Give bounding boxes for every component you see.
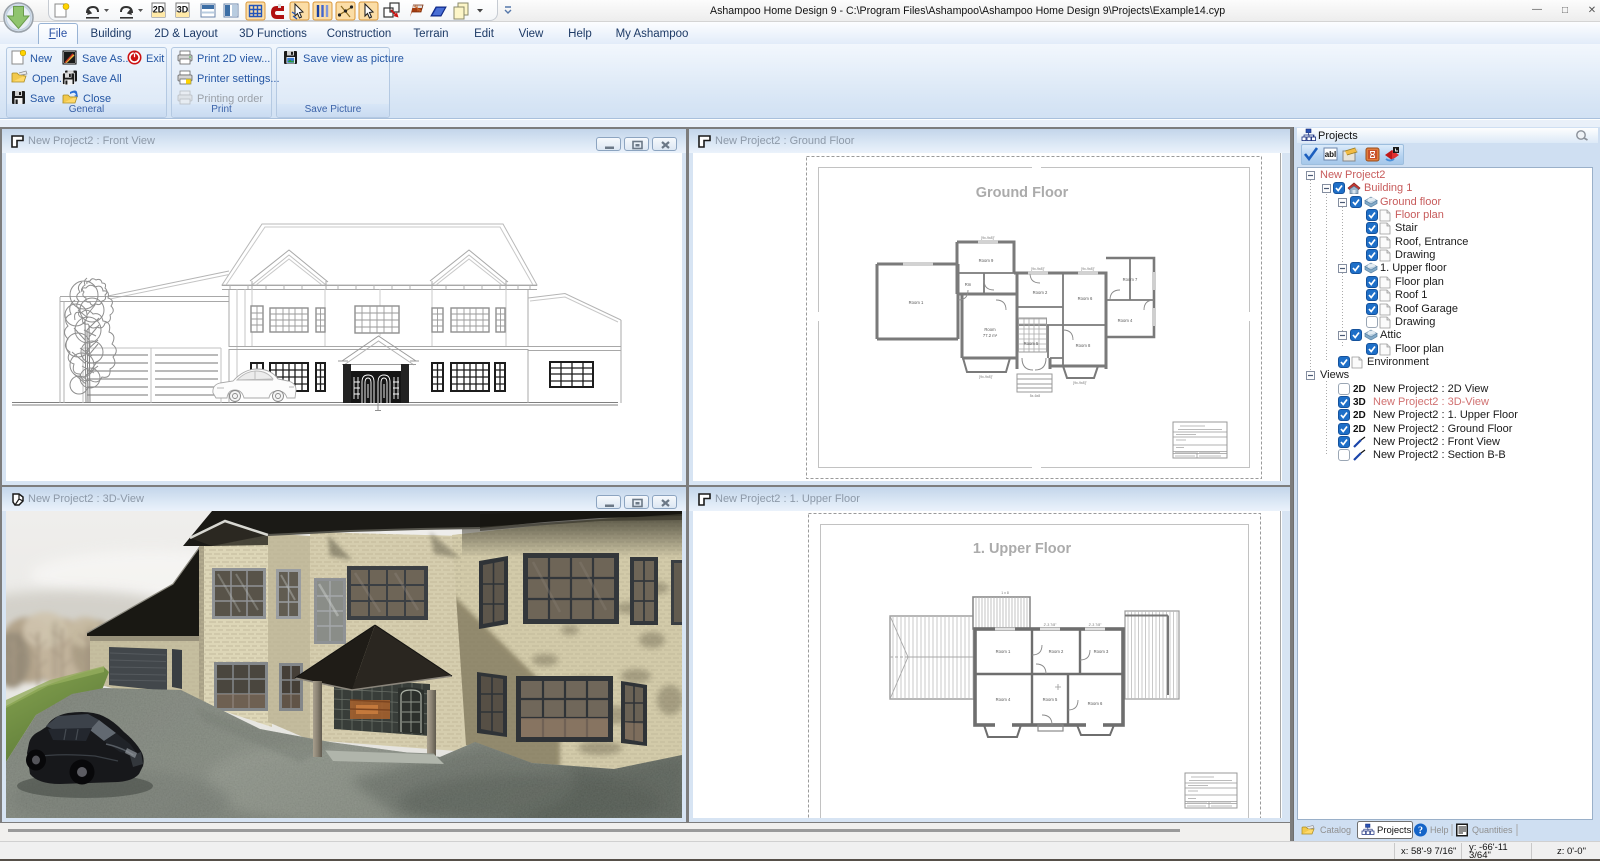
svg-text:Room 3: Room 3 bbox=[1094, 649, 1109, 654]
svg-text:1 x 8: 1 x 8 bbox=[1001, 591, 1009, 595]
svg-text:Room 5: Room 5 bbox=[1024, 341, 1039, 346]
svg-text:Ground Floor: Ground Floor bbox=[976, 185, 1069, 201]
svg-text:abl: abl bbox=[1325, 150, 1337, 159]
svg-text:Room 8: Room 8 bbox=[1076, 343, 1091, 348]
svg-text:Rm: Rm bbox=[965, 282, 972, 287]
svg-text:2'-3 7/8": 2'-3 7/8" bbox=[1044, 623, 1058, 627]
svg-text:1. Upper Floor: 1. Upper Floor bbox=[973, 541, 1072, 557]
svg-text:Room 4: Room 4 bbox=[1118, 318, 1133, 323]
svg-text:Room 7: Room 7 bbox=[1123, 277, 1138, 282]
svg-text:3D: 3D bbox=[177, 5, 189, 15]
svg-text:[9x-9x8]": [9x-9x8]" bbox=[979, 375, 993, 379]
svg-text:Room 6: Room 6 bbox=[1088, 701, 1103, 706]
svg-text:Room 2: Room 2 bbox=[1033, 290, 1048, 295]
svg-text:Room 9: Room 9 bbox=[979, 258, 994, 263]
svg-text:Room 5: Room 5 bbox=[1043, 697, 1058, 702]
svg-text:5x-6x8: 5x-6x8 bbox=[1030, 394, 1041, 398]
svg-text:[9x-9x8]": [9x-9x8]" bbox=[981, 236, 995, 240]
svg-text:Room: Room bbox=[984, 327, 996, 332]
svg-text:Room 4: Room 4 bbox=[996, 697, 1011, 702]
svg-text:Room 6: Room 6 bbox=[1078, 296, 1093, 301]
svg-text:[9x-9x8]": [9x-9x8]" bbox=[1081, 267, 1095, 271]
svg-text:[9x-9x8]": [9x-9x8]" bbox=[1031, 267, 1045, 271]
svg-text:2D: 2D bbox=[153, 5, 165, 15]
svg-text:77.2 m²: 77.2 m² bbox=[983, 333, 998, 338]
svg-text:Room 1: Room 1 bbox=[909, 300, 924, 305]
svg-text:2'-3 7/8": 2'-3 7/8" bbox=[1089, 623, 1103, 627]
svg-text:[9x-9x8]": [9x-9x8]" bbox=[1073, 381, 1087, 385]
svg-text:?: ? bbox=[1418, 826, 1423, 837]
svg-text:Room 1: Room 1 bbox=[996, 649, 1011, 654]
svg-text:Room 2: Room 2 bbox=[1049, 649, 1064, 654]
